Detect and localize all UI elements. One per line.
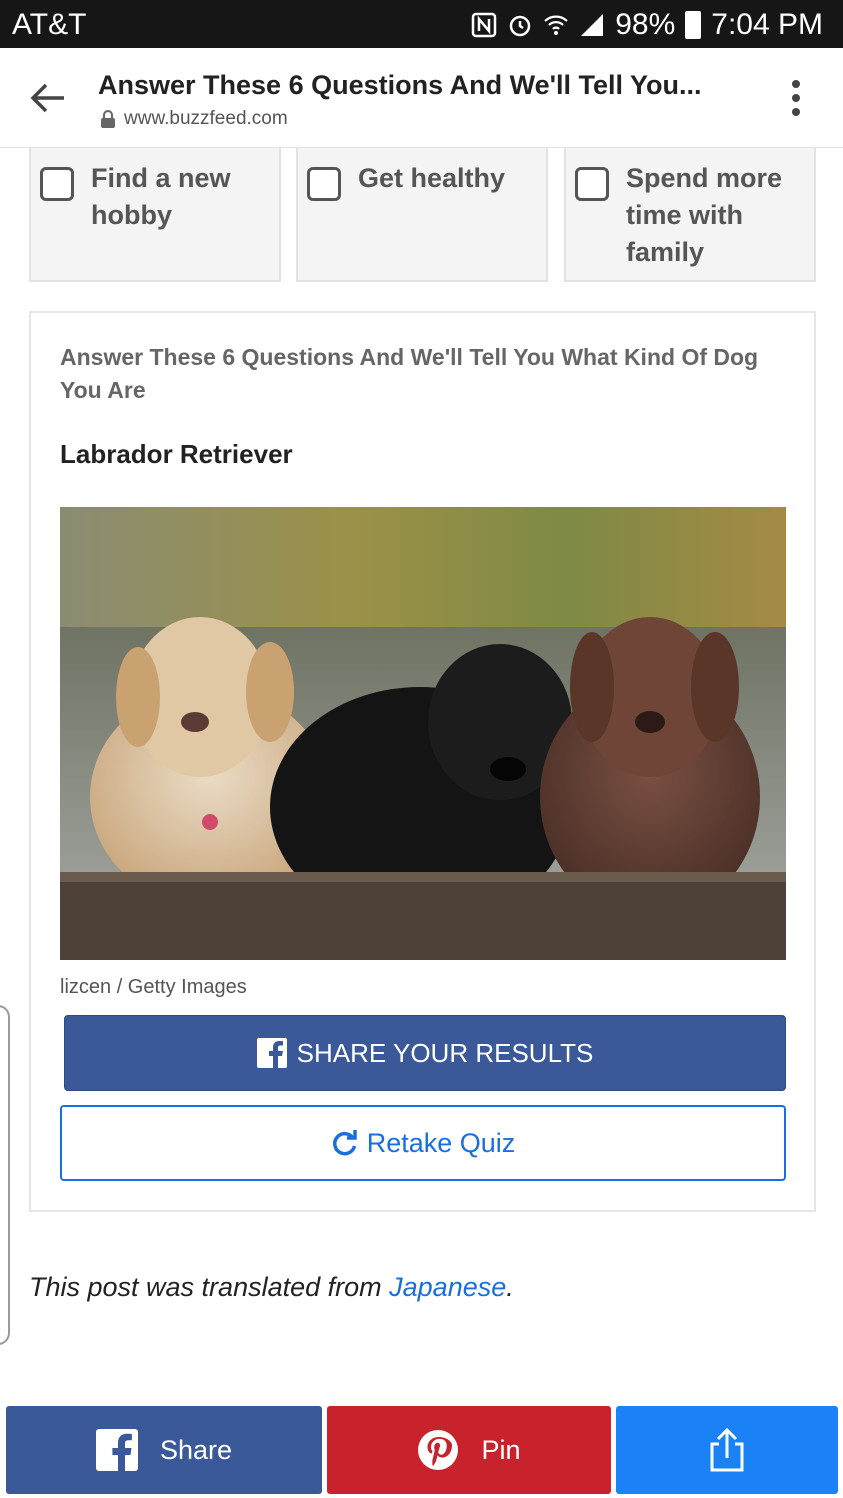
answer-options: Find a new hobby Get healthy Spend more … <box>29 148 816 282</box>
option-card-healthy[interactable]: Get healthy <box>296 148 548 282</box>
bottom-share-bar: Share Pin <box>0 1406 843 1494</box>
translation-suffix: . <box>506 1272 514 1302</box>
browser-toolbar: Answer These 6 Questions And We'll Tell … <box>0 48 843 148</box>
quiz-result-card: Answer These 6 Questions And We'll Tell … <box>29 311 816 1212</box>
wifi-icon <box>544 15 568 35</box>
url-text: www.buzzfeed.com <box>124 108 288 129</box>
retake-quiz-label: Retake Quiz <box>366 1127 516 1158</box>
facebook-share-label: Share <box>159 1434 233 1465</box>
share-upload-icon <box>710 1428 744 1472</box>
share-results-button[interactable]: SHARE YOUR RESULTS <box>64 1015 786 1091</box>
option-label: Spend more time with family <box>626 163 783 267</box>
pinterest-pin-button[interactable]: Pin <box>327 1406 611 1494</box>
facebook-icon <box>256 1038 287 1068</box>
option-label: Get healthy <box>358 163 506 193</box>
share-results-label: SHARE YOUR RESULTS <box>296 1037 594 1068</box>
page-title: Answer These 6 Questions And We'll Tell … <box>98 70 702 100</box>
option-card-hobby[interactable]: Find a new hobby <box>29 148 281 282</box>
result-name: Labrador Retriever <box>60 439 293 469</box>
signal-icon <box>581 14 604 36</box>
facebook-share-button[interactable]: Share <box>6 1406 322 1494</box>
facebook-icon <box>95 1429 138 1471</box>
lock-icon <box>101 110 115 128</box>
side-drawer-handle[interactable] <box>0 1005 10 1345</box>
translation-note: This post was translated from Japanese. <box>29 1272 514 1303</box>
back-arrow-icon[interactable] <box>28 78 68 118</box>
battery-percent: 98% <box>615 8 676 41</box>
checkbox[interactable] <box>307 167 341 201</box>
status-icons: 98% 7:04 PM <box>471 8 823 42</box>
status-bar: AT&T 98% 7:04 PM <box>0 0 843 48</box>
overflow-menu-icon[interactable] <box>789 78 803 118</box>
result-photo <box>60 507 786 960</box>
japanese-link[interactable]: Japanese <box>389 1272 506 1302</box>
checkbox[interactable] <box>575 167 609 201</box>
pinterest-icon <box>418 1430 459 1470</box>
pinterest-pin-label: Pin <box>481 1434 521 1465</box>
checkbox[interactable] <box>40 167 74 201</box>
clock: 7:04 PM <box>711 8 823 41</box>
quiz-title: Answer These 6 Questions And We'll Tell … <box>60 344 759 403</box>
native-share-button[interactable] <box>616 1406 838 1494</box>
carrier-label: AT&T <box>12 8 87 41</box>
nfc-icon <box>471 12 497 38</box>
translation-prefix: This post was translated from <box>29 1272 390 1302</box>
retake-quiz-button[interactable]: Retake Quiz <box>60 1105 786 1181</box>
alarm-icon <box>509 15 531 37</box>
option-card-family[interactable]: Spend more time with family <box>564 148 816 282</box>
photo-credit: lizcen / Getty Images <box>60 976 247 998</box>
option-label: Find a new hobby <box>91 163 231 230</box>
refresh-icon <box>332 1130 357 1156</box>
url-row: www.buzzfeed.com <box>100 108 288 130</box>
battery-icon <box>685 11 702 39</box>
